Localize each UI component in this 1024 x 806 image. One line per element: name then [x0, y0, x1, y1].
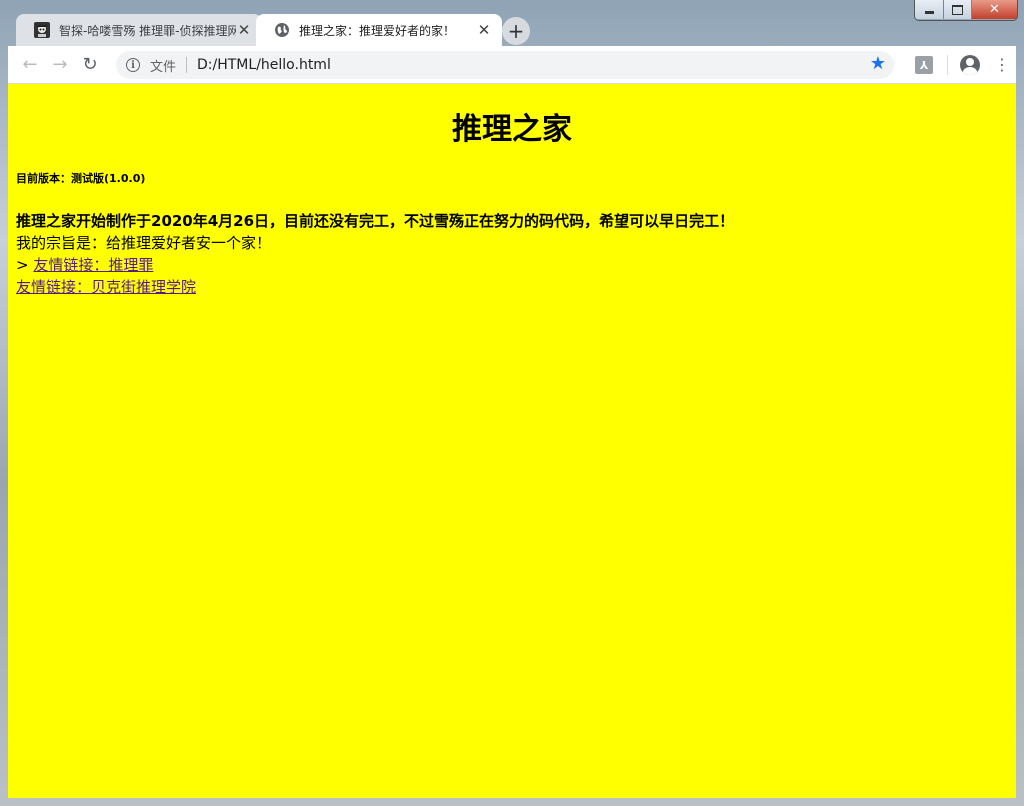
friend-link-baker-street[interactable]: 友情链接：贝克街推理学院: [16, 278, 196, 296]
arrow-left-icon: ←: [22, 54, 38, 75]
pdf-extension-icon[interactable]: ⅄: [915, 56, 933, 74]
browser-window: ✕ 智探-哈喽雪殇 推理罪-侦探推理网 ✕ 推理之家：推理爱好者的家！ ✕ + …: [0, 0, 1024, 806]
forward-button[interactable]: →: [45, 50, 75, 80]
tab-strip: 智探-哈喽雪殇 推理罪-侦探推理网 ✕ 推理之家：推理爱好者的家！ ✕ +: [8, 14, 1016, 46]
toolbar-divider: [947, 55, 948, 75]
maximize-icon: [952, 4, 963, 15]
omnibox-divider: [186, 57, 188, 73]
detective-icon: [34, 22, 50, 38]
link-row-1: > 友情链接：推理罪: [16, 254, 1008, 276]
reload-button[interactable]: ↻: [75, 50, 105, 80]
bookmark-star-icon[interactable]: ★: [870, 53, 886, 74]
intro-text: 推理之家开始制作于2020年4月26日，目前还没有完工，不过雪殇正在努力的码代码…: [16, 212, 735, 230]
address-bar[interactable]: i 文件 D:/HTML/hello.html ★: [116, 51, 894, 79]
back-button[interactable]: ←: [15, 50, 45, 80]
profile-avatar-icon[interactable]: [960, 55, 980, 75]
more-menu-icon[interactable]: ⋮: [994, 57, 1010, 73]
reload-icon: ↻: [82, 54, 98, 75]
mission-text: 我的宗旨是：给推理爱好者安一个家！: [16, 234, 272, 252]
version-label: 目前版本：测试版(1.0.0): [16, 172, 146, 185]
tab-zhitan[interactable]: 智探-哈喽雪殇 推理罪-侦探推理网 ✕: [16, 14, 262, 46]
tab-tuili-home[interactable]: 推理之家：推理爱好者的家！ ✕: [256, 14, 502, 46]
security-label: 文件: [150, 59, 177, 75]
browser-toolbar: ← → ↻ i 文件 D:/HTML/hello.html ★ ⅄ ⋮: [8, 46, 1016, 84]
plus-icon: +: [507, 19, 525, 43]
tab-title: 智探-哈喽雪殇 推理罪-侦探推理网: [59, 23, 236, 38]
tab-title: 推理之家：推理爱好者的家！: [299, 23, 456, 38]
page-viewport: 推理之家 目前版本：测试版(1.0.0) 推理之家开始制作于2020年4月26日…: [8, 84, 1016, 798]
info-icon[interactable]: i: [126, 58, 140, 72]
new-tab-button[interactable]: +: [502, 17, 530, 45]
globe-icon: [275, 23, 289, 37]
page-title: 推理之家: [452, 112, 572, 147]
arrow-right-icon: →: [52, 54, 68, 75]
link-row-2: 友情链接：贝克街推理学院: [16, 276, 1008, 298]
url-text[interactable]: D:/HTML/hello.html: [197, 57, 331, 73]
tab-close-icon[interactable]: ✕: [476, 21, 492, 39]
friend-link-tuilizui[interactable]: 友情链接：推理罪: [33, 256, 153, 274]
link-prefix: >: [16, 256, 29, 274]
toolbar-right: ⅄ ⋮: [915, 46, 1016, 84]
tab-close-icon[interactable]: ✕: [236, 21, 252, 39]
